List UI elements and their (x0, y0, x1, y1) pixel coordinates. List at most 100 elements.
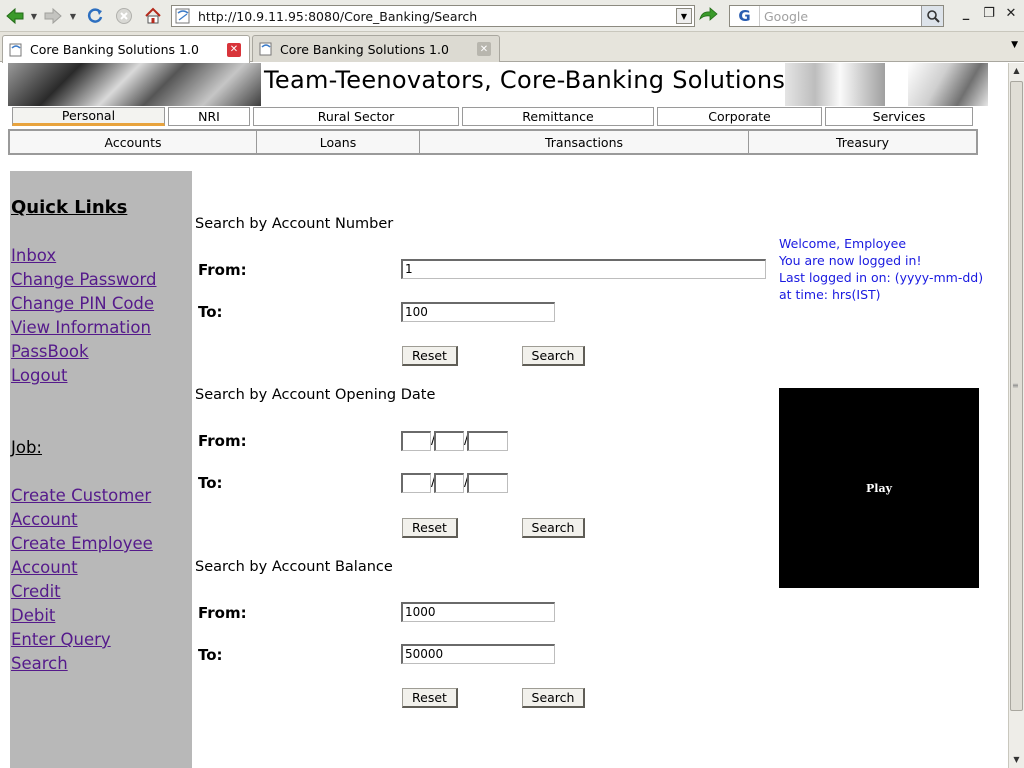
home-icon[interactable] (142, 5, 164, 27)
url-text[interactable]: http://10.9.11.95:8080/Core_Banking/Sear… (198, 9, 676, 24)
date-from-year-input[interactable] (467, 431, 508, 451)
minimize-icon[interactable]: _ (957, 6, 975, 21)
link-create-customer[interactable]: Create Customer (11, 486, 151, 505)
balance-from-input[interactable]: 1000 (401, 602, 555, 622)
from-label: From: (198, 261, 247, 279)
reset-button[interactable]: Reset (402, 518, 458, 538)
scrollbar-thumb[interactable] (1010, 81, 1023, 711)
main-menu: Personal NRI Rural Sector Remittance Cor… (10, 107, 975, 126)
welcome-line: Welcome, Employee (779, 236, 907, 251)
account-number-to-input[interactable]: 100 (401, 302, 555, 322)
search-icon[interactable] (921, 6, 943, 26)
site-banner: Team-Teenovators, Core-Banking Solutions (8, 63, 988, 106)
date-to-day-input[interactable] (401, 473, 431, 493)
job-title: Job: (11, 438, 42, 457)
link-credit[interactable]: Credit (11, 582, 61, 601)
reset-button[interactable]: Reset (402, 346, 458, 366)
tab-core-banking-active[interactable]: Core Banking Solutions 1.0 ✕ (2, 35, 250, 63)
link-debit[interactable]: Debit (11, 606, 55, 625)
link-search[interactable]: Search (11, 654, 68, 673)
to-label: To: (198, 303, 223, 321)
search-bar[interactable]: G Google (729, 5, 944, 27)
to-label: To: (198, 646, 223, 664)
close-window-icon[interactable]: ✕ (1002, 6, 1020, 21)
link-view-information[interactable]: View Information (11, 318, 151, 337)
page-icon (175, 8, 190, 24)
banner-image-notes (908, 63, 988, 106)
tab-list-chevron-icon[interactable]: ▼ (1011, 40, 1018, 50)
menu-personal[interactable]: Personal (12, 107, 165, 126)
search-engine-icon[interactable]: G (730, 6, 760, 26)
tab-label: Core Banking Solutions 1.0 (30, 42, 199, 57)
go-arrow-icon[interactable] (697, 5, 719, 27)
stop-icon[interactable] (113, 5, 135, 27)
menu-services[interactable]: Services (825, 107, 973, 126)
date-from-day-input[interactable] (401, 431, 431, 451)
tab-close-icon[interactable]: ✕ (227, 42, 241, 57)
tab-strip: Core Banking Solutions 1.0 ✕ Core Bankin… (0, 32, 1024, 63)
from-label: From: (198, 432, 247, 450)
date-to-month-input[interactable] (434, 473, 464, 493)
submenu-transactions[interactable]: Transactions (420, 131, 749, 153)
menu-rural-sector[interactable]: Rural Sector (253, 107, 459, 126)
welcome-panel: Welcome, Employee You are now logged in!… (779, 235, 983, 303)
submenu-accounts[interactable]: Accounts (10, 131, 257, 153)
reset-button[interactable]: Reset (402, 688, 458, 708)
scroll-up-icon[interactable]: ▲ (1009, 63, 1024, 78)
link-enter-query[interactable]: Enter Query (11, 630, 111, 649)
date-from-month-input[interactable] (434, 431, 464, 451)
link-passbook[interactable]: PassBook (11, 342, 89, 361)
address-bar[interactable]: http://10.9.11.95:8080/Core_Banking/Sear… (171, 5, 695, 27)
search-button[interactable]: Search (522, 346, 585, 366)
back-history-chevron-icon[interactable]: ▼ (29, 5, 39, 27)
media-player[interactable]: Play (779, 388, 979, 588)
restore-icon[interactable]: ❐ (980, 6, 998, 21)
page-icon (259, 42, 272, 56)
site-title: Team-Teenovators, Core-Banking Solutions (264, 66, 786, 94)
section-title-opening-date: Search by Account Opening Date (195, 387, 436, 403)
vertical-scrollbar[interactable]: ▲ ≡ ▼ (1008, 63, 1024, 768)
tab-core-banking-inactive[interactable]: Core Banking Solutions 1.0 ✕ (252, 35, 500, 62)
link-create-employee-account[interactable]: Account (11, 558, 78, 577)
to-label: To: (198, 474, 223, 492)
sub-menu: Accounts Loans Transactions Treasury (8, 129, 978, 155)
menu-corporate[interactable]: Corporate (657, 107, 822, 126)
page-icon (9, 43, 22, 56)
reload-icon[interactable] (84, 5, 106, 27)
link-logout[interactable]: Logout (11, 366, 68, 385)
account-number-from-input[interactable]: 1 (401, 259, 766, 279)
last-login-date: Last logged in on: (yyyy-mm-dd) (779, 270, 984, 285)
link-change-password[interactable]: Change Password (11, 270, 157, 289)
banner-image-jar (785, 63, 885, 106)
from-label: From: (198, 604, 247, 622)
login-status: You are now logged in! (779, 253, 922, 268)
banner-image-coins (8, 63, 261, 106)
scroll-down-icon[interactable]: ▼ (1009, 752, 1024, 767)
section-title-balance: Search by Account Balance (195, 559, 393, 575)
date-to-year-input[interactable] (467, 473, 508, 493)
sidebar: Quick Links Inbox Change Password Change… (10, 171, 192, 768)
link-inbox[interactable]: Inbox (11, 246, 56, 265)
link-change-pin-code[interactable]: Change PIN Code (11, 294, 154, 313)
search-input[interactable]: Google (760, 9, 921, 24)
url-history-chevron-icon[interactable]: ▼ (676, 8, 692, 24)
scrollbar-grip-icon: ≡ (1012, 381, 1019, 390)
link-create-employee[interactable]: Create Employee (11, 534, 153, 553)
search-button[interactable]: Search (522, 518, 585, 538)
forward-history-chevron-icon[interactable]: ▼ (68, 5, 78, 27)
link-create-customer-account[interactable]: Account (11, 510, 78, 529)
last-login-time: at time: hrs(IST) (779, 287, 881, 302)
play-label[interactable]: Play (866, 482, 892, 495)
balance-to-input[interactable]: 50000 (401, 644, 555, 664)
menu-nri[interactable]: NRI (168, 107, 250, 126)
submenu-treasury[interactable]: Treasury (749, 131, 976, 153)
section-title-account-number: Search by Account Number (195, 216, 394, 232)
tab-label: Core Banking Solutions 1.0 (280, 41, 449, 57)
submenu-loans[interactable]: Loans (257, 131, 420, 153)
forward-icon[interactable] (42, 5, 64, 27)
menu-remittance[interactable]: Remittance (462, 107, 654, 126)
tab-close-icon[interactable]: ✕ (477, 42, 491, 56)
back-icon[interactable] (4, 5, 26, 27)
search-button[interactable]: Search (522, 688, 585, 708)
quick-links-title: Quick Links (11, 197, 128, 218)
